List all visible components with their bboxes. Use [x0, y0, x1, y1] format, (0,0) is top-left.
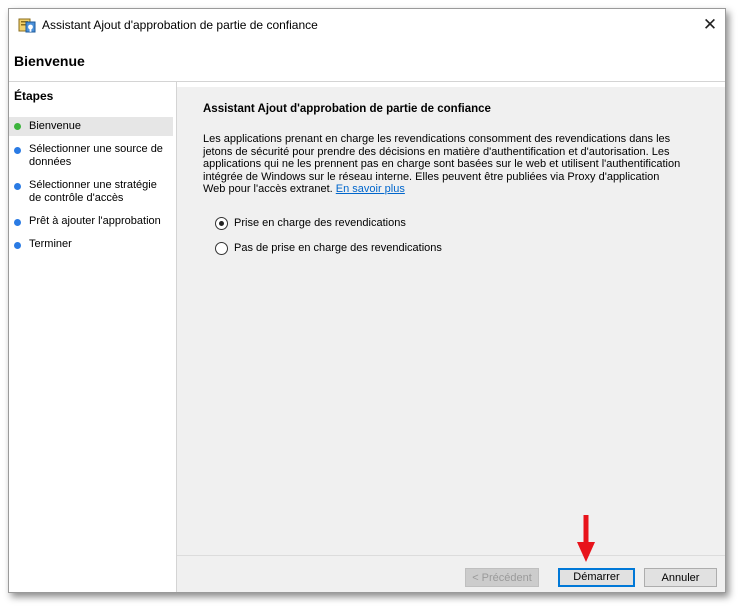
status-dot-icon	[14, 147, 21, 154]
sidebar-item-label: Prêt à ajouter l'approbation	[29, 215, 161, 227]
status-dot-icon	[14, 123, 21, 130]
footer-divider	[177, 555, 725, 556]
red-arrow-icon	[577, 515, 595, 562]
trust-certificate-icon	[18, 18, 36, 33]
description-body: Les applications prenant en charge les r…	[203, 133, 681, 196]
start-button[interactable]: Démarrer	[558, 568, 635, 587]
option-label[interactable]: Prise en charge des revendications	[234, 217, 406, 229]
option-claims-aware[interactable]: Prise en charge des revendications	[215, 217, 515, 231]
learn-more-link[interactable]: En savoir plus	[336, 183, 405, 195]
steps-sidebar: Étapes Bienvenue Sélectionner une source…	[9, 82, 176, 592]
page-title: Bienvenue	[14, 53, 85, 69]
sidebar-item-label: Bienvenue	[29, 120, 81, 132]
sidebar-item-label: Sélectionner une source de données	[29, 143, 163, 168]
window-title: Assistant Ajout d'approbation de partie …	[42, 18, 318, 32]
description-text: Les applications prenant en charge les r…	[203, 133, 683, 196]
option-non-claims-aware[interactable]: Pas de prise en charge des revendication…	[215, 242, 515, 256]
status-dot-icon	[14, 183, 21, 190]
sidebar-item-access-policy: Sélectionner une stratégie de contrôle d…	[9, 179, 173, 207]
title-bar: Assistant Ajout d'approbation de partie …	[9, 9, 725, 41]
close-icon[interactable]: ✕	[699, 14, 721, 36]
sidebar-item-bienvenue: Bienvenue	[9, 117, 173, 136]
steps-title: Étapes	[14, 89, 54, 103]
sidebar-item-finish: Terminer	[9, 238, 173, 252]
main-content: Assistant Ajout d'approbation de partie …	[177, 82, 725, 592]
content-title: Assistant Ajout d'approbation de partie …	[203, 103, 491, 115]
radio-button-selected[interactable]	[215, 217, 228, 230]
sidebar-item-label: Sélectionner une stratégie de contrôle d…	[29, 179, 157, 204]
sidebar-item-source: Sélectionner une source de données	[9, 143, 173, 171]
cancel-button[interactable]: Annuler	[644, 568, 717, 587]
sidebar-item-ready: Prêt à ajouter l'approbation	[9, 215, 173, 229]
status-dot-icon	[14, 242, 21, 249]
sidebar-item-label: Terminer	[29, 238, 72, 250]
previous-button[interactable]: < Précédent	[465, 568, 539, 587]
status-dot-icon	[14, 219, 21, 226]
radio-button[interactable]	[215, 242, 228, 255]
wizard-window: Assistant Ajout d'approbation de partie …	[8, 8, 726, 593]
page-header: Bienvenue	[9, 41, 725, 81]
option-label[interactable]: Pas de prise en charge des revendication…	[234, 242, 442, 254]
